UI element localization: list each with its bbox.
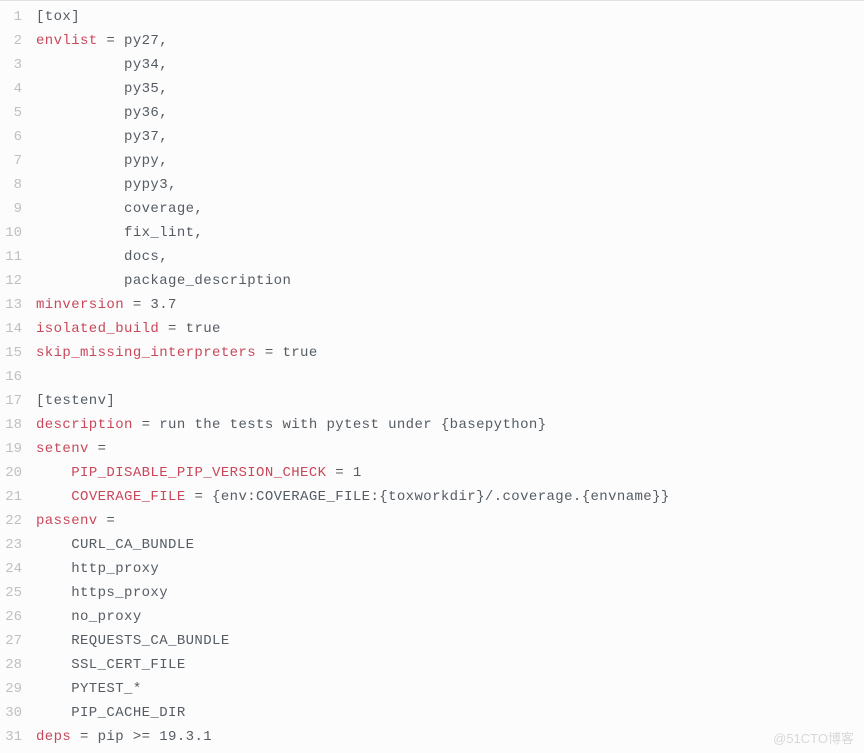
line-content: docs, xyxy=(36,245,864,269)
code-line: 2envlist = py27, xyxy=(0,29,864,53)
line-number: 11 xyxy=(0,245,36,269)
line-number: 2 xyxy=(0,29,36,53)
code-line: 31deps = pip >= 19.3.1 xyxy=(0,725,864,749)
line-content: COVERAGE_FILE = {env:COVERAGE_FILE:{toxw… xyxy=(36,485,864,509)
line-content: CURL_CA_BUNDLE xyxy=(36,533,864,557)
line-number: 23 xyxy=(0,533,36,557)
code-line: 13minversion = 3.7 xyxy=(0,293,864,317)
code-line: 21 COVERAGE_FILE = {env:COVERAGE_FILE:{t… xyxy=(0,485,864,509)
line-number: 15 xyxy=(0,341,36,365)
line-number: 20 xyxy=(0,461,36,485)
code-line: 14isolated_build = true xyxy=(0,317,864,341)
line-content: SSL_CERT_FILE xyxy=(36,653,864,677)
line-number: 12 xyxy=(0,269,36,293)
code-line: 26 no_proxy xyxy=(0,605,864,629)
code-line: 4 py35, xyxy=(0,77,864,101)
code-line: 11 docs, xyxy=(0,245,864,269)
line-content: skip_missing_interpreters = true xyxy=(36,341,864,365)
line-content: package_description xyxy=(36,269,864,293)
code-line: 19setenv = xyxy=(0,437,864,461)
line-number: 16 xyxy=(0,365,36,389)
code-line: 10 fix_lint, xyxy=(0,221,864,245)
code-line: 16 xyxy=(0,365,864,389)
line-content: PYTEST_* xyxy=(36,677,864,701)
line-content: description = run the tests with pytest … xyxy=(36,413,864,437)
line-content: [tox] xyxy=(36,5,864,29)
line-number: 24 xyxy=(0,557,36,581)
code-line: 25 https_proxy xyxy=(0,581,864,605)
line-content: [testenv] xyxy=(36,389,864,413)
line-content: passenv = xyxy=(36,509,864,533)
line-content: envlist = py27, xyxy=(36,29,864,53)
code-line: 12 package_description xyxy=(0,269,864,293)
line-number: 6 xyxy=(0,125,36,149)
line-content: py37, xyxy=(36,125,864,149)
code-line: 8 pypy3, xyxy=(0,173,864,197)
line-number: 31 xyxy=(0,725,36,749)
line-number: 4 xyxy=(0,77,36,101)
line-number: 5 xyxy=(0,101,36,125)
code-line: 24 http_proxy xyxy=(0,557,864,581)
line-content: py35, xyxy=(36,77,864,101)
line-content: deps = pip >= 19.3.1 xyxy=(36,725,864,749)
line-content: setenv = xyxy=(36,437,864,461)
line-number: 22 xyxy=(0,509,36,533)
code-line: 23 CURL_CA_BUNDLE xyxy=(0,533,864,557)
code-line: 30 PIP_CACHE_DIR xyxy=(0,701,864,725)
line-content: coverage, xyxy=(36,197,864,221)
code-line: 1[tox] xyxy=(0,5,864,29)
line-number: 3 xyxy=(0,53,36,77)
line-number: 30 xyxy=(0,701,36,725)
code-line: 3 py34, xyxy=(0,53,864,77)
code-line: 28 SSL_CERT_FILE xyxy=(0,653,864,677)
code-line: 9 coverage, xyxy=(0,197,864,221)
line-number: 25 xyxy=(0,581,36,605)
line-content: REQUESTS_CA_BUNDLE xyxy=(36,629,864,653)
line-content: http_proxy xyxy=(36,557,864,581)
line-content: py36, xyxy=(36,101,864,125)
code-line: 7 pypy, xyxy=(0,149,864,173)
line-content: PIP_DISABLE_PIP_VERSION_CHECK = 1 xyxy=(36,461,864,485)
code-block: 1[tox]2envlist = py27,3 py34,4 py35,5 py… xyxy=(0,0,864,753)
line-number: 14 xyxy=(0,317,36,341)
line-number: 8 xyxy=(0,173,36,197)
line-number: 28 xyxy=(0,653,36,677)
code-line: 17[testenv] xyxy=(0,389,864,413)
code-line: 6 py37, xyxy=(0,125,864,149)
line-number: 29 xyxy=(0,677,36,701)
code-line: 22passenv = xyxy=(0,509,864,533)
line-content: fix_lint, xyxy=(36,221,864,245)
code-line: 27 REQUESTS_CA_BUNDLE xyxy=(0,629,864,653)
line-number: 17 xyxy=(0,389,36,413)
code-line: 5 py36, xyxy=(0,101,864,125)
line-content: minversion = 3.7 xyxy=(36,293,864,317)
line-content: pypy3, xyxy=(36,173,864,197)
line-number: 18 xyxy=(0,413,36,437)
line-number: 13 xyxy=(0,293,36,317)
line-number: 19 xyxy=(0,437,36,461)
line-content: no_proxy xyxy=(36,605,864,629)
line-content: py34, xyxy=(36,53,864,77)
line-content: isolated_build = true xyxy=(36,317,864,341)
line-number: 26 xyxy=(0,605,36,629)
line-content: pypy, xyxy=(36,149,864,173)
line-content: https_proxy xyxy=(36,581,864,605)
code-line: 18description = run the tests with pytes… xyxy=(0,413,864,437)
line-content: PIP_CACHE_DIR xyxy=(36,701,864,725)
line-number: 10 xyxy=(0,221,36,245)
code-line: 20 PIP_DISABLE_PIP_VERSION_CHECK = 1 xyxy=(0,461,864,485)
line-number: 27 xyxy=(0,629,36,653)
code-line: 29 PYTEST_* xyxy=(0,677,864,701)
line-number: 21 xyxy=(0,485,36,509)
line-number: 1 xyxy=(0,5,36,29)
line-number: 9 xyxy=(0,197,36,221)
code-line: 15skip_missing_interpreters = true xyxy=(0,341,864,365)
line-number: 7 xyxy=(0,149,36,173)
